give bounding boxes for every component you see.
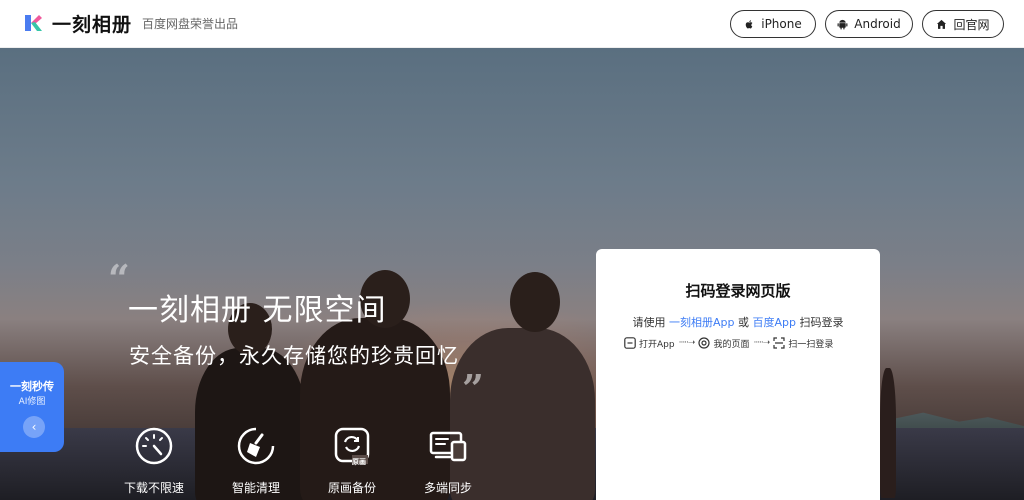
side-promo-subtitle: AI修图 <box>18 397 46 407</box>
broom-icon <box>237 427 275 465</box>
top-header: 一刻相册 百度网盘荣誉出品 iPhone Android 回官网 <box>0 0 1024 48</box>
app-link-baidu[interactable]: 百度App <box>753 316 797 329</box>
android-label: Android <box>854 17 901 31</box>
instruction-suffix: 扫码登录 <box>799 316 844 329</box>
feature-label: 智能清理 <box>231 481 280 495</box>
login-title: 扫码登录网页版 <box>685 282 791 300</box>
feature-label: 下载不限速 <box>123 481 184 495</box>
feature-item: 原画 原画备份 <box>310 420 394 500</box>
collapse-arrow-icon[interactable]: ‹ <box>23 416 45 438</box>
side-promo-title: 一刻秒传 <box>10 380 54 393</box>
home-icon <box>937 19 947 29</box>
open-app-icon <box>624 337 636 349</box>
android-icon <box>837 19 848 30</box>
step-arrow-icon: ·····➝ <box>753 338 770 348</box>
step-arrow-icon: ·····➝ <box>678 338 696 348</box>
side-promo-tab[interactable]: 一刻秒传 AI修图 ‹ <box>0 362 64 452</box>
devices-icon <box>429 431 467 462</box>
feature-item: 下载不限速 <box>112 420 196 500</box>
quote-open-icon: “ <box>108 256 130 301</box>
login-instruction: 请使用 一刻相册App 或 百度App 扫码登录 <box>596 314 880 330</box>
person-silhouette <box>880 368 896 498</box>
person-head <box>510 272 560 332</box>
brand-name: 一刻相册 <box>52 14 133 36</box>
backup-badge: 原画 <box>352 458 366 466</box>
my-page-icon <box>698 337 711 349</box>
step-label: 扫一扫登录 <box>788 339 834 350</box>
step-label: 我的页面 <box>713 339 750 350</box>
scan-icon <box>773 337 785 349</box>
quote-close-icon: ” <box>462 366 484 411</box>
android-button[interactable]: Android <box>825 10 913 38</box>
feature-label: 多端同步 <box>423 481 472 495</box>
logo-icon <box>25 15 42 31</box>
feature-item: 多端同步 <box>406 420 490 500</box>
step-label: 打开App <box>639 339 675 350</box>
feature-list: 下载不限速 智能清理 原画 原画备份 多端同步 <box>112 420 502 500</box>
brand-tagline: 百度网盘荣誉出品 <box>142 17 239 31</box>
home-site-button[interactable]: 回官网 <box>922 10 1004 38</box>
qr-login-card: 扫码登录网页版 请使用 一刻相册App 或 百度App 扫码登录 打开App ·… <box>596 249 880 500</box>
instruction-or: 或 <box>738 316 749 329</box>
iphone-label: iPhone <box>761 17 802 31</box>
apple-icon <box>745 19 753 29</box>
hero-title: 一刻相册 无限空间 <box>128 293 387 328</box>
app-link-yike[interactable]: 一刻相册App <box>669 316 735 329</box>
feature-label: 原画备份 <box>327 481 376 495</box>
speedometer-icon <box>135 427 173 465</box>
hero-subtitle: 安全备份，永久存储您的珍贵回忆 <box>129 344 459 368</box>
instruction-prefix: 请使用 <box>632 316 666 329</box>
feature-item: 智能清理 <box>214 420 298 500</box>
iphone-button[interactable]: iPhone <box>730 10 816 38</box>
home-site-label: 回官网 <box>953 17 990 32</box>
login-steps: 打开App ·····➝ 我的页面 ·····➝ 扫一扫登录 <box>624 336 864 350</box>
